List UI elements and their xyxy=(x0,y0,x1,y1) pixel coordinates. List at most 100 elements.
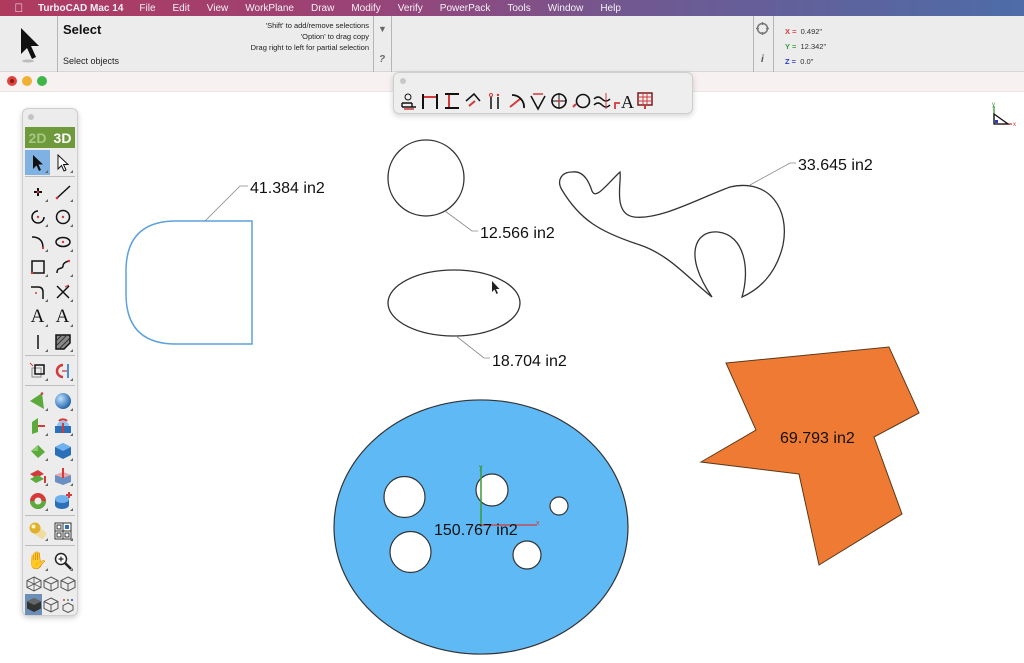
select-tool[interactable] xyxy=(25,150,50,175)
leader-line xyxy=(204,185,248,222)
menu-modify[interactable]: Modify xyxy=(351,3,380,14)
hatch-tool[interactable] xyxy=(50,329,75,354)
fillet-tool[interactable] xyxy=(25,279,50,304)
turbocad-window:  TurboCAD Mac 14 File Edit View WorkPla… xyxy=(0,0,1024,663)
dimension-vertical-tool[interactable] xyxy=(441,90,463,112)
view-axis-indicator: y x xyxy=(988,100,1018,133)
dimension-radius-tool[interactable] xyxy=(506,90,528,112)
dimension-curve-tool[interactable] xyxy=(592,90,614,112)
dimension-angle-tool[interactable] xyxy=(527,90,549,112)
spline-icon xyxy=(55,259,70,273)
crosshair-target-icon[interactable] xyxy=(756,22,769,38)
quick-render-view-button[interactable] xyxy=(42,594,59,615)
box-tool[interactable] xyxy=(50,438,75,463)
area-label-polygon: 69.793 in2 xyxy=(780,430,855,447)
text-leader-tool[interactable]: A xyxy=(50,304,75,329)
extrude-icon xyxy=(29,469,46,483)
mode-2d-button[interactable]: 2D xyxy=(29,130,47,146)
3d-surface-tool[interactable] xyxy=(25,388,50,413)
trim-tool[interactable] xyxy=(50,279,75,304)
toolbox-close-button[interactable] xyxy=(28,114,34,120)
menu-app-name[interactable]: TurboCAD Mac 14 xyxy=(38,3,123,14)
shape-ellipse[interactable] xyxy=(387,269,521,337)
shape-circle[interactable] xyxy=(387,139,465,217)
apple-icon[interactable]:  xyxy=(0,1,38,15)
measure-area-tool[interactable] xyxy=(398,90,420,112)
menu-view[interactable]: View xyxy=(207,3,229,14)
edit-tool[interactable] xyxy=(50,150,75,175)
menu-draw[interactable]: Draw xyxy=(311,3,334,14)
center-mark-tool[interactable] xyxy=(549,90,571,112)
loft-tool[interactable] xyxy=(25,438,50,463)
materials-tool[interactable] xyxy=(25,518,50,543)
divider xyxy=(753,16,754,72)
copy-tool[interactable] xyxy=(50,358,75,383)
fillet-arc-tool[interactable] xyxy=(25,229,50,254)
z-value[interactable]: 0.0" xyxy=(800,57,813,66)
text-leader-tool[interactable]: A xyxy=(613,90,635,112)
menu-tools[interactable]: Tools xyxy=(507,3,530,14)
point-tool[interactable] xyxy=(25,179,50,204)
leader-line xyxy=(455,335,490,359)
menu-window[interactable]: Window xyxy=(548,3,584,14)
palette-close-button[interactable] xyxy=(400,78,406,84)
dimension-circle-icon xyxy=(572,93,591,109)
menu-help[interactable]: Help xyxy=(600,3,621,14)
dimension-horizontal-tool[interactable] xyxy=(420,90,442,112)
zoom-window-button[interactable] xyxy=(37,76,47,86)
menu-powerpack[interactable]: PowerPack xyxy=(440,3,491,14)
push-pull-tool[interactable] xyxy=(50,463,75,488)
add-solid-tool[interactable] xyxy=(50,488,75,513)
transform-tool[interactable] xyxy=(25,358,50,383)
dimension-ordinate-tool[interactable] xyxy=(484,90,506,112)
wireframe-cube-icon xyxy=(26,575,41,592)
divider xyxy=(391,16,392,72)
shape-polygon[interactable] xyxy=(699,346,920,566)
drawing-canvas[interactable]: 41.384 in2 12.566 in2 18.704 in2 33.645 … xyxy=(0,92,1024,663)
sphere-tool[interactable] xyxy=(50,388,75,413)
pan-tool[interactable]: ✋ xyxy=(25,548,50,573)
menu-edit[interactable]: Edit xyxy=(173,3,190,14)
y-value[interactable]: 12.342" xyxy=(801,42,827,51)
color-render-view-button[interactable] xyxy=(59,594,76,615)
hidden-line-view-button[interactable] xyxy=(42,573,59,594)
menu-file[interactable]: File xyxy=(139,3,155,14)
spline-tool[interactable] xyxy=(50,254,75,279)
info-button[interactable]: i xyxy=(761,54,764,65)
triangle-down-icon[interactable]: ▼ xyxy=(378,24,387,34)
construction-line-tool[interactable] xyxy=(25,329,50,354)
extrude-surface-tool[interactable] xyxy=(25,413,50,438)
circle-icon xyxy=(55,209,70,224)
render-view-button[interactable] xyxy=(25,594,42,615)
shape-freeform-spline[interactable] xyxy=(558,170,785,299)
y-label: Y = xyxy=(785,42,797,51)
shaded-edges-view-button[interactable] xyxy=(59,573,76,594)
command-hints: 'Shift' to add/remove selections 'Option… xyxy=(251,20,369,53)
text-tool[interactable]: A xyxy=(25,304,50,329)
minimize-window-button[interactable] xyxy=(22,76,32,86)
dimension-circle-tool[interactable] xyxy=(570,90,592,112)
close-window-button[interactable] xyxy=(7,76,17,86)
extrude-tool[interactable] xyxy=(25,463,50,488)
wireframe-view-button[interactable] xyxy=(25,573,42,594)
divider xyxy=(25,515,75,516)
help-button[interactable]: ? xyxy=(379,54,385,65)
boolean-tool[interactable] xyxy=(50,413,75,438)
zoom-tool[interactable] xyxy=(50,548,75,573)
circle-tool[interactable] xyxy=(50,204,75,229)
table-tool[interactable] xyxy=(635,90,657,112)
rectangle-tool[interactable] xyxy=(25,254,50,279)
dimension-angular-tool[interactable] xyxy=(463,90,485,112)
ellipse-tool[interactable] xyxy=(50,229,75,254)
dimension-angle-icon xyxy=(530,93,546,111)
menu-verify[interactable]: Verify xyxy=(398,3,423,14)
mode-3d-button[interactable]: 3D xyxy=(54,130,72,146)
shape-rounded-rectangle[interactable] xyxy=(125,220,253,345)
x-value[interactable]: 0.492" xyxy=(801,27,822,36)
menu-workplane[interactable]: WorkPlane xyxy=(245,3,294,14)
viewports-tool[interactable] xyxy=(50,518,75,543)
line-tool[interactable] xyxy=(50,179,75,204)
revolve-tool[interactable] xyxy=(25,488,50,513)
arc-tool[interactable] xyxy=(25,204,50,229)
hint-shift: 'Shift' to add/remove selections xyxy=(265,21,369,30)
